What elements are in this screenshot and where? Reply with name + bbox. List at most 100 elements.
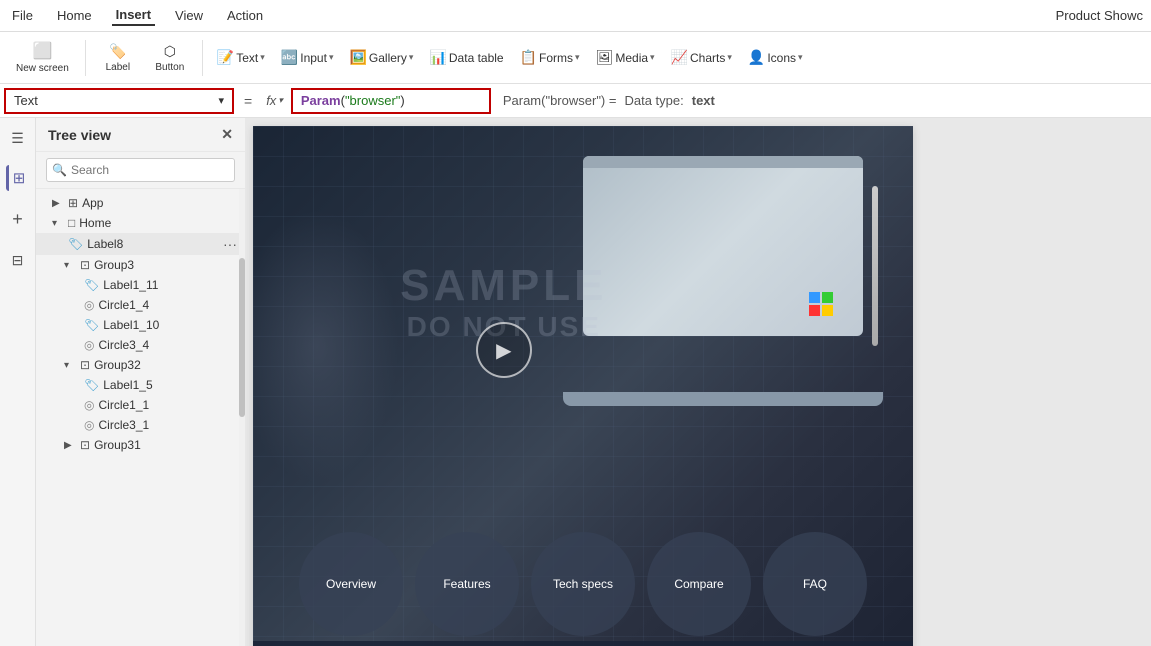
tree-item-group3-label: Group3 — [94, 258, 237, 272]
layers-icon[interactable]: ⊞ — [6, 165, 30, 191]
tree-item-group32-label: Group32 — [94, 358, 237, 372]
nav-btn-overview[interactable]: Overview — [299, 532, 403, 636]
tree-item-label1-5[interactable]: 🏷 Label1_5 — [36, 375, 245, 395]
icons-dropdown[interactable]: 👤 Icons ▾ — [742, 45, 809, 70]
datatable-icon: 📊 — [429, 49, 446, 66]
button-button[interactable]: ⬡ Button — [146, 39, 194, 77]
plus-icon[interactable]: + — [8, 205, 27, 234]
search-input[interactable] — [46, 158, 235, 182]
tree-item-circle3-1[interactable]: ◎ Circle3_1 — [36, 415, 245, 435]
formula-selector[interactable]: Text ▾ — [4, 88, 234, 114]
tree-search-wrap: 🔍 — [46, 158, 235, 182]
tree-content: ▶ ⊞ App ▾ □ Home 🏷 Label8 ··· — [36, 189, 245, 646]
label1-10-icon: 🏷 — [84, 318, 99, 332]
play-button[interactable]: ▶ — [476, 322, 532, 378]
tree-item-app[interactable]: ▶ ⊞ App — [36, 193, 245, 213]
canvas-frame: SAMPLE DO NOT USE ▶ Overview Features Te… — [253, 126, 913, 646]
gallery-dropdown[interactable]: 🖼️ Gallery ▾ — [343, 45, 419, 70]
group31-expand-icon: ▶ — [64, 440, 76, 451]
formula-input[interactable]: Param("browser") — [291, 88, 491, 114]
app-grid-icon: ⊞ — [68, 196, 78, 210]
button-icon: ⬡ — [164, 43, 176, 60]
tree-view-panel: Tree view ✕ 🔍 ▶ ⊞ App — [36, 118, 245, 646]
bottom-bar: Product Showcase Microsoft Surface Book — [253, 641, 913, 646]
formula-selector-value: Text — [14, 93, 38, 108]
home-screen-icon: □ — [68, 216, 75, 230]
icons-label: Icons — [767, 51, 796, 65]
input-dropdown[interactable]: 🔤 Input ▾ — [275, 45, 340, 70]
tree-item-circle1-4[interactable]: ◎ Circle1_4 — [36, 295, 245, 315]
tree-item-home-label: Home — [79, 216, 237, 230]
tree-item-label1-5-label: Label1_5 — [103, 378, 237, 392]
tree-item-circle1-1[interactable]: ◎ Circle1_1 — [36, 395, 245, 415]
forms-dropdown[interactable]: 📋 Forms ▾ — [514, 45, 586, 70]
charts-dropdown[interactable]: 📈 Charts ▾ — [665, 45, 738, 70]
tree-item-group31[interactable]: ▶ ⊡ Group31 — [36, 435, 245, 455]
ribbon-divider-1 — [85, 40, 86, 76]
tree-item-circle1-4-label: Circle1_4 — [98, 298, 237, 312]
tree-item-group32[interactable]: ▾ ⊡ Group32 — [36, 355, 245, 375]
formula-selector-chevron-icon: ▾ — [218, 94, 224, 107]
input-chevron-icon: ▾ — [329, 52, 334, 63]
nav-btn-compare[interactable]: Compare — [647, 532, 751, 636]
search-icon: 🔍 — [52, 163, 67, 177]
formula-fx-button[interactable]: fx ▾ — [262, 93, 287, 108]
media-dropdown[interactable]: 🖼 Media ▾ — [590, 45, 661, 70]
formula-string-param: "browser" — [345, 93, 400, 108]
tree-title: Tree view — [48, 127, 111, 143]
text-icon: 📝 — [217, 49, 234, 66]
media-label: Media — [615, 51, 648, 65]
tree-item-label1-11-label: Label1_11 — [103, 278, 237, 292]
tree-item-home[interactable]: ▾ □ Home — [36, 213, 245, 233]
text-dropdown[interactable]: 📝 Text ▾ — [211, 45, 271, 70]
menu-action[interactable]: Action — [223, 6, 267, 25]
menu-home[interactable]: Home — [53, 6, 96, 25]
tree-item-label8[interactable]: 🏷 Label8 ··· — [36, 233, 245, 255]
formula-hint: Param("browser") = Data type: text — [495, 93, 715, 108]
formula-hint-text: Param("browser") = — [503, 93, 617, 108]
laptop-screen-sim — [583, 156, 863, 336]
nav-buttons-row: Overview Features Tech specs Compare FAQ — [253, 532, 913, 636]
data-icon[interactable]: ⊟ — [8, 248, 28, 273]
fx-chevron-icon: ▾ — [278, 95, 283, 106]
tree-close-icon[interactable]: ✕ — [221, 126, 233, 143]
gallery-chevron-icon: ▾ — [409, 52, 414, 63]
tree-item-group3[interactable]: ▾ ⊡ Group3 — [36, 255, 245, 275]
tree-item-label1-11[interactable]: 🏷 Label1_11 — [36, 275, 245, 295]
stylus-pen — [872, 186, 878, 346]
menu-insert[interactable]: Insert — [112, 5, 155, 26]
circle3-1-icon: ◎ — [84, 418, 94, 432]
tree-item-app-label: App — [82, 196, 237, 210]
group31-icon: ⊡ — [80, 438, 90, 452]
menu-file[interactable]: File — [8, 6, 37, 25]
app-expand-icon: ▶ — [52, 198, 64, 209]
laptop-visual — [563, 156, 883, 416]
label8-menu-icon[interactable]: ··· — [223, 236, 237, 252]
laptop-base-sim — [563, 392, 883, 406]
new-screen-button[interactable]: ⬜ New screen — [8, 37, 77, 78]
menu-view[interactable]: View — [171, 6, 207, 25]
ribbon-divider-2 — [202, 40, 203, 76]
circle1-1-icon: ◎ — [84, 398, 94, 412]
tree-item-circle1-1-label: Circle1_1 — [98, 398, 237, 412]
nav-btn-tech-specs[interactable]: Tech specs — [531, 532, 635, 636]
charts-label: Charts — [690, 51, 725, 65]
datatable-dropdown[interactable]: 📊 Data table — [423, 45, 509, 70]
nav-btn-faq[interactable]: FAQ — [763, 532, 867, 636]
tree-search-area: 🔍 — [36, 152, 245, 189]
app-title: Product Showc — [1056, 8, 1143, 23]
media-icon: 🖼 — [596, 49, 614, 66]
tree-item-circle3-1-label: Circle3_1 — [98, 418, 237, 432]
nav-btn-features[interactable]: Features — [415, 532, 519, 636]
group3-collapse-icon: ▾ — [64, 260, 76, 271]
group3-icon: ⊡ — [80, 258, 90, 272]
hamburger-icon[interactable]: ☰ — [7, 126, 28, 151]
tools-decoration — [253, 186, 413, 506]
tree-item-label1-10[interactable]: 🏷 Label1_10 — [36, 315, 245, 335]
tree-header-icons: ✕ — [221, 126, 233, 143]
sidebar-icons: ☰ ⊞ + ⊟ — [0, 118, 36, 646]
label-button[interactable]: 🏷️ Label — [94, 39, 142, 77]
tree-item-circle3-4[interactable]: ◎ Circle3_4 — [36, 335, 245, 355]
app-preview: SAMPLE DO NOT USE ▶ Overview Features Te… — [253, 126, 913, 646]
group32-collapse-icon: ▾ — [64, 360, 76, 371]
